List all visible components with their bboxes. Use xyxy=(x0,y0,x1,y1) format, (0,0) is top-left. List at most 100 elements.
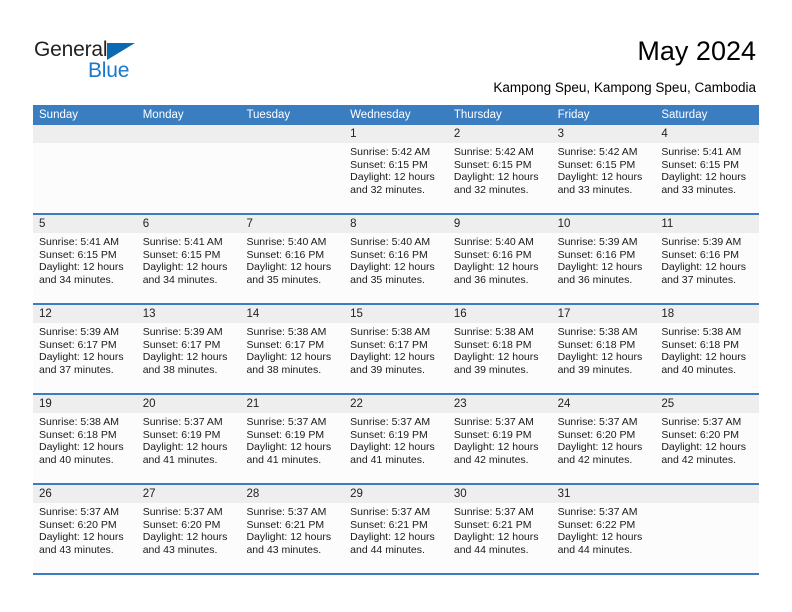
day-details: Sunrise: 5:37 AM Sunset: 6:21 PM Daylight:… xyxy=(447,503,552,573)
sunset-time: Sunset: 6:15 PM xyxy=(39,248,117,261)
sunrise-time: Sunrise: 5:37 AM xyxy=(557,506,638,518)
day-number: 11 xyxy=(661,218,674,230)
sunset-time: Sunset: 6:16 PM xyxy=(350,248,428,261)
calendar-day-cell[interactable]: 10 Sunrise: 5:39 AM Sunset: 6:16 PM Dayligh… xyxy=(551,215,656,303)
calendar-day-cell[interactable]: 22 Sunrise: 5:37 AM Sunset: 6:19 PM Dayligh… xyxy=(344,395,448,483)
general-blue-logo[interactable]: General Blue xyxy=(34,38,164,84)
sunrise-time: Sunrise: 5:37 AM xyxy=(350,416,431,428)
daylight-duration-line2: and 38 minutes. xyxy=(142,363,218,376)
calendar-day-cell[interactable]: 15 Sunrise: 5:38 AM Sunset: 6:17 PM Dayligh… xyxy=(344,305,448,393)
day-details: Sunrise: 5:38 AM Sunset: 6:17 PM Daylight:… xyxy=(344,323,448,393)
sunrise-time: Sunrise: 5:41 AM xyxy=(661,146,742,158)
calendar-day-cell[interactable]: 3 Sunrise: 5:42 AM Sunset: 6:15 PM Daylight… xyxy=(551,125,656,213)
calendar-day-cell[interactable]: 30 Sunrise: 5:37 AM Sunset: 6:21 PM Dayligh… xyxy=(447,485,552,573)
day-details: Sunrise: 5:37 AM Sunset: 6:20 PM Daylight:… xyxy=(551,413,656,483)
daylight-duration-line2: and 36 minutes. xyxy=(557,273,633,286)
sunset-time: Sunset: 6:21 PM xyxy=(246,518,325,531)
sunrise-time: Sunrise: 5:40 AM xyxy=(350,236,431,248)
daylight-duration-line1: Daylight: 12 hours xyxy=(350,351,435,364)
day-number: 13 xyxy=(142,308,156,320)
daylight-duration-line1: Daylight: 12 hours xyxy=(350,531,435,544)
day-number-band: 20 xyxy=(136,395,241,413)
day-number-band: 3 xyxy=(551,125,656,143)
day-number: 26 xyxy=(39,488,52,500)
calendar-day-cell[interactable]: 14 Sunrise: 5:38 AM Sunset: 6:17 PM Dayligh… xyxy=(240,305,345,393)
calendar-day-cell[interactable]: 11 Sunrise: 5:39 AM Sunset: 6:16 PM Dayligh… xyxy=(655,215,760,303)
day-number-band: 6 xyxy=(136,215,241,233)
day-number: 14 xyxy=(246,308,260,320)
day-details: Sunrise: 5:38 AM Sunset: 6:18 PM Daylight:… xyxy=(655,323,760,393)
calendar-day-cell[interactable]: 29 Sunrise: 5:37 AM Sunset: 6:21 PM Dayligh… xyxy=(344,485,448,573)
day-number-band: 16 xyxy=(447,305,552,323)
day-details: Sunrise: 5:38 AM Sunset: 6:18 PM Daylight:… xyxy=(33,413,137,483)
page-header: General Blue May 2024 Kampong Speu, Kamp… xyxy=(0,0,792,104)
calendar-week-cells: 5 Sunrise: 5:41 AM Sunset: 6:15 PM Daylight… xyxy=(33,215,760,303)
sunrise-time: Sunrise: 5:38 AM xyxy=(453,326,534,338)
day-number: 15 xyxy=(350,308,363,320)
day-details: Sunrise: 5:40 AM Sunset: 6:16 PM Daylight:… xyxy=(447,233,552,303)
calendar-day-cell[interactable]: 20 Sunrise: 5:37 AM Sunset: 6:19 PM Dayligh… xyxy=(136,395,241,483)
day-number-band: 10 xyxy=(551,215,656,233)
daylight-duration-line1: Daylight: 12 hours xyxy=(246,351,332,364)
calendar-day-cell[interactable]: 16 Sunrise: 5:38 AM Sunset: 6:18 PM Dayligh… xyxy=(447,305,552,393)
sunrise-time: Sunrise: 5:37 AM xyxy=(453,416,534,428)
daylight-duration-line2: and 42 minutes. xyxy=(453,453,529,466)
calendar-weeks: 1 Sunrise: 5:42 AM Sunset: 6:15 PM Daylight… xyxy=(33,125,760,575)
daylight-duration-line2: and 32 minutes. xyxy=(350,183,425,196)
day-details: Sunrise: 5:37 AM Sunset: 6:19 PM Daylight:… xyxy=(447,413,552,483)
day-details: Sunrise: 5:37 AM Sunset: 6:21 PM Daylight:… xyxy=(344,503,448,573)
calendar-day-cell[interactable]: 26 Sunrise: 5:37 AM Sunset: 6:20 PM Dayligh… xyxy=(33,485,137,573)
day-number-band: 26 xyxy=(33,485,137,503)
daylight-duration-line1: Daylight: 12 hours xyxy=(246,531,332,544)
calendar-day-cell[interactable]: 31 Sunrise: 5:37 AM Sunset: 6:22 PM Dayligh… xyxy=(551,485,656,573)
sunset-time: Sunset: 6:15 PM xyxy=(557,158,636,171)
day-number-band: 28 xyxy=(240,485,345,503)
calendar-day-cell[interactable]: 12 Sunrise: 5:39 AM Sunset: 6:17 PM Dayligh… xyxy=(33,305,137,393)
calendar-day-cell[interactable]: 8 Sunrise: 5:40 AM Sunset: 6:16 PM Daylight… xyxy=(344,215,448,303)
calendar-day-cell[interactable]: 21 Sunrise: 5:37 AM Sunset: 6:19 PM Dayligh… xyxy=(240,395,345,483)
calendar-day-cell[interactable]: 7 Sunrise: 5:40 AM Sunset: 6:16 PM Daylight… xyxy=(240,215,345,303)
day-details: Sunrise: 5:39 AM Sunset: 6:16 PM Daylight:… xyxy=(551,233,656,303)
daylight-duration-line2: and 37 minutes. xyxy=(39,363,114,376)
sunset-time: Sunset: 6:19 PM xyxy=(453,428,532,441)
day-number-band xyxy=(240,125,345,143)
day-number: 22 xyxy=(350,398,363,410)
day-number: 10 xyxy=(557,218,571,230)
sunrise-time: Sunrise: 5:37 AM xyxy=(453,506,534,518)
calendar-day-cell[interactable]: 4 Sunrise: 5:41 AM Sunset: 6:15 PM Daylight… xyxy=(655,125,760,213)
calendar-day-cell[interactable]: 28 Sunrise: 5:37 AM Sunset: 6:21 PM Dayligh… xyxy=(240,485,345,573)
day-details: Sunrise: 5:37 AM Sunset: 6:19 PM Daylight:… xyxy=(136,413,241,483)
day-number-band: 5 xyxy=(33,215,137,233)
day-number: 19 xyxy=(39,398,52,410)
calendar-day-cell[interactable]: 17 Sunrise: 5:38 AM Sunset: 6:18 PM Dayligh… xyxy=(551,305,656,393)
calendar-day-cell[interactable]: 1 Sunrise: 5:42 AM Sunset: 6:15 PM Daylight… xyxy=(344,125,448,213)
daylight-duration-line2: and 41 minutes. xyxy=(246,453,322,466)
calendar-day-cell[interactable]: 5 Sunrise: 5:41 AM Sunset: 6:15 PM Daylight… xyxy=(33,215,137,303)
daylight-duration-line1: Daylight: 12 hours xyxy=(39,351,124,364)
daylight-duration-line1: Daylight: 12 hours xyxy=(661,171,746,184)
calendar-day-cell-empty xyxy=(136,125,241,213)
calendar-day-cell[interactable]: 27 Sunrise: 5:37 AM Sunset: 6:20 PM Dayligh… xyxy=(136,485,241,573)
calendar-day-cell[interactable]: 19 Sunrise: 5:38 AM Sunset: 6:18 PM Dayligh… xyxy=(33,395,137,483)
calendar-day-cell[interactable]: 25 Sunrise: 5:37 AM Sunset: 6:20 PM Dayligh… xyxy=(655,395,760,483)
daylight-duration-line1: Daylight: 12 hours xyxy=(350,441,435,454)
daylight-duration-line2: and 43 minutes. xyxy=(39,543,114,556)
daylight-duration-line2: and 35 minutes. xyxy=(350,273,425,286)
day-number: 5 xyxy=(39,218,46,230)
day-number-band: 18 xyxy=(655,305,760,323)
day-number-band: 14 xyxy=(240,305,345,323)
calendar-day-cell[interactable]: 23 Sunrise: 5:37 AM Sunset: 6:19 PM Dayligh… xyxy=(447,395,552,483)
calendar-day-cell[interactable]: 18 Sunrise: 5:38 AM Sunset: 6:18 PM Dayligh… xyxy=(655,305,760,393)
calendar-day-cell[interactable]: 9 Sunrise: 5:40 AM Sunset: 6:16 PM Daylight… xyxy=(447,215,552,303)
daylight-duration-line1: Daylight: 12 hours xyxy=(557,441,643,454)
daylight-duration-line1: Daylight: 12 hours xyxy=(557,531,643,544)
day-number: 1 xyxy=(350,128,357,140)
calendar-day-cell[interactable]: 2 Sunrise: 5:42 AM Sunset: 6:15 PM Daylight… xyxy=(447,125,552,213)
calendar-day-cell[interactable]: 24 Sunrise: 5:37 AM Sunset: 6:20 PM Dayligh… xyxy=(551,395,656,483)
calendar-day-cell[interactable]: 6 Sunrise: 5:41 AM Sunset: 6:15 PM Daylight… xyxy=(136,215,241,303)
day-number-band: 8 xyxy=(344,215,448,233)
sunset-time: Sunset: 6:15 PM xyxy=(453,158,532,171)
calendar-day-cell[interactable]: 13 Sunrise: 5:39 AM Sunset: 6:17 PM Dayligh… xyxy=(136,305,241,393)
day-number: 20 xyxy=(142,398,156,410)
daylight-duration-line1: Daylight: 12 hours xyxy=(246,261,332,274)
